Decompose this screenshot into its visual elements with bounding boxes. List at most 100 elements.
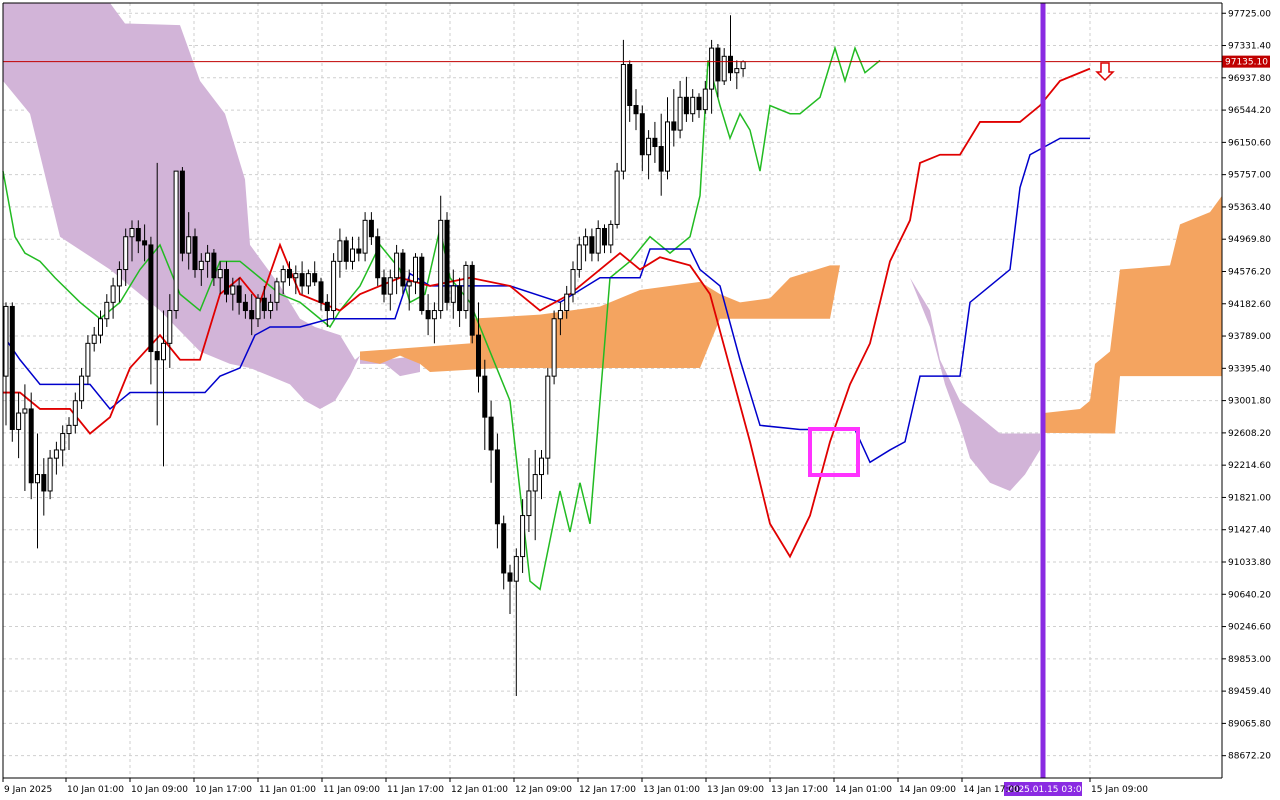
- x-tick-label: 11 Jan 01:00: [259, 785, 316, 795]
- candle-body: [305, 273, 311, 287]
- y-tick-label: 93395.40: [1228, 364, 1271, 374]
- candle-body: [274, 281, 280, 303]
- candle-body: [72, 400, 78, 426]
- candle-body: [343, 240, 349, 262]
- candle-body: [620, 64, 626, 172]
- candle-body: [287, 269, 292, 279]
- candle-body: [444, 219, 450, 303]
- candle-body: [469, 264, 475, 336]
- candle-body: [9, 305, 15, 430]
- candle-body: [205, 252, 211, 262]
- candle-body: [123, 236, 129, 271]
- candle-body: [161, 342, 166, 361]
- candle-body: [179, 170, 185, 254]
- y-tick-label: 90246.60: [1228, 623, 1271, 633]
- candle-body: [683, 96, 689, 115]
- y-tick-label: 91427.40: [1228, 526, 1271, 536]
- candle-body: [312, 273, 318, 283]
- candle-body: [501, 523, 507, 574]
- candle-body: [614, 170, 620, 225]
- candle-body: [142, 240, 148, 246]
- candle-body: [41, 474, 47, 492]
- candle-body: [709, 47, 715, 90]
- x-tick-label: 10 Jan 01:00: [67, 785, 124, 795]
- x-tick-label: 14 Jan 17:00: [963, 785, 1020, 795]
- candle-body: [368, 219, 374, 238]
- candle-body: [431, 310, 437, 320]
- candle-body: [419, 256, 425, 312]
- candle-body: [690, 96, 696, 115]
- candle-body: [22, 408, 28, 414]
- candle-body: [261, 297, 267, 312]
- candle-body: [734, 68, 740, 74]
- candle-body: [696, 96, 702, 111]
- x-tick-label: 9 Jan 2025: [4, 785, 52, 795]
- y-tick-label: 89853.00: [1228, 655, 1271, 665]
- y-tick-label: 96150.60: [1228, 138, 1271, 148]
- candle-body: [16, 412, 22, 430]
- candle-body: [268, 301, 274, 312]
- candle-body: [230, 285, 236, 295]
- candle-body: [293, 273, 299, 279]
- candle-body: [53, 449, 59, 459]
- candle-body: [457, 285, 463, 312]
- y-tick-label: 93001.80: [1228, 397, 1271, 407]
- candle-body: [242, 301, 248, 312]
- candle-body: [520, 515, 526, 558]
- candle-body: [324, 301, 330, 312]
- candle-body: [331, 260, 337, 312]
- x-tick-label: 13 Jan 17:00: [771, 785, 828, 795]
- y-tick-label: 95757.00: [1228, 171, 1271, 181]
- x-tick-label: 13 Jan 01:00: [643, 785, 700, 795]
- y-tick-label: 97725.00: [1228, 9, 1271, 19]
- y-tick-label: 96544.20: [1228, 106, 1271, 116]
- y-tick-label: 92214.60: [1228, 461, 1271, 471]
- candle-body: [652, 137, 658, 148]
- y-tick-label: 94182.60: [1228, 300, 1271, 310]
- y-tick-label: 93789.00: [1228, 332, 1271, 342]
- candle-body: [633, 105, 639, 115]
- y-tick-label: 88672.20: [1228, 752, 1271, 762]
- candle-body: [129, 228, 135, 238]
- candle-body: [413, 256, 418, 283]
- candle-body: [47, 457, 53, 492]
- candle-body: [394, 252, 400, 279]
- candle-body: [557, 310, 563, 320]
- candle-body: [224, 269, 229, 295]
- candle-body: [350, 248, 355, 262]
- candle-body: [35, 474, 40, 484]
- x-tick-label: 12 Jan 09:00: [515, 785, 572, 795]
- x-tick-label: 13 Jan 09:00: [707, 785, 764, 795]
- candle-body: [211, 252, 217, 279]
- x-tick-label: 12 Jan 17:00: [579, 785, 636, 795]
- candle-body: [545, 375, 551, 459]
- candle-body: [186, 236, 192, 254]
- candle-body: [98, 318, 103, 336]
- x-tick-label: 12 Jan 01:00: [451, 785, 508, 795]
- candle-body: [318, 281, 324, 303]
- candle-body: [167, 310, 173, 344]
- candle-body: [564, 293, 570, 312]
- candle-body: [154, 351, 160, 361]
- candle-body: [217, 269, 223, 279]
- candle-body: [608, 223, 614, 246]
- y-tick-label: 94969.80: [1228, 235, 1271, 245]
- candle-body: [715, 47, 721, 82]
- x-tick-label: 11 Jan 09:00: [323, 785, 380, 795]
- candle-body: [476, 334, 481, 377]
- candle-body: [135, 228, 141, 242]
- candle-body: [702, 88, 708, 111]
- candle-body: [337, 240, 343, 262]
- y-tick-label: 91821.00: [1228, 493, 1271, 503]
- candle-body: [526, 490, 532, 517]
- candle-body: [463, 264, 469, 312]
- x-tick-label: 14 Jan 09:00: [899, 785, 956, 795]
- candle-body: [425, 310, 431, 320]
- y-tick-label: 89459.40: [1228, 687, 1271, 697]
- candle-body: [356, 248, 362, 254]
- candle-body: [236, 285, 242, 303]
- candle-body: [173, 170, 179, 312]
- price-chart: 97135.102025.01.15 03:00 97725.0097331.4…: [0, 0, 1280, 800]
- y-tick-label: 94576.20: [1228, 267, 1271, 277]
- candle-body: [595, 228, 601, 254]
